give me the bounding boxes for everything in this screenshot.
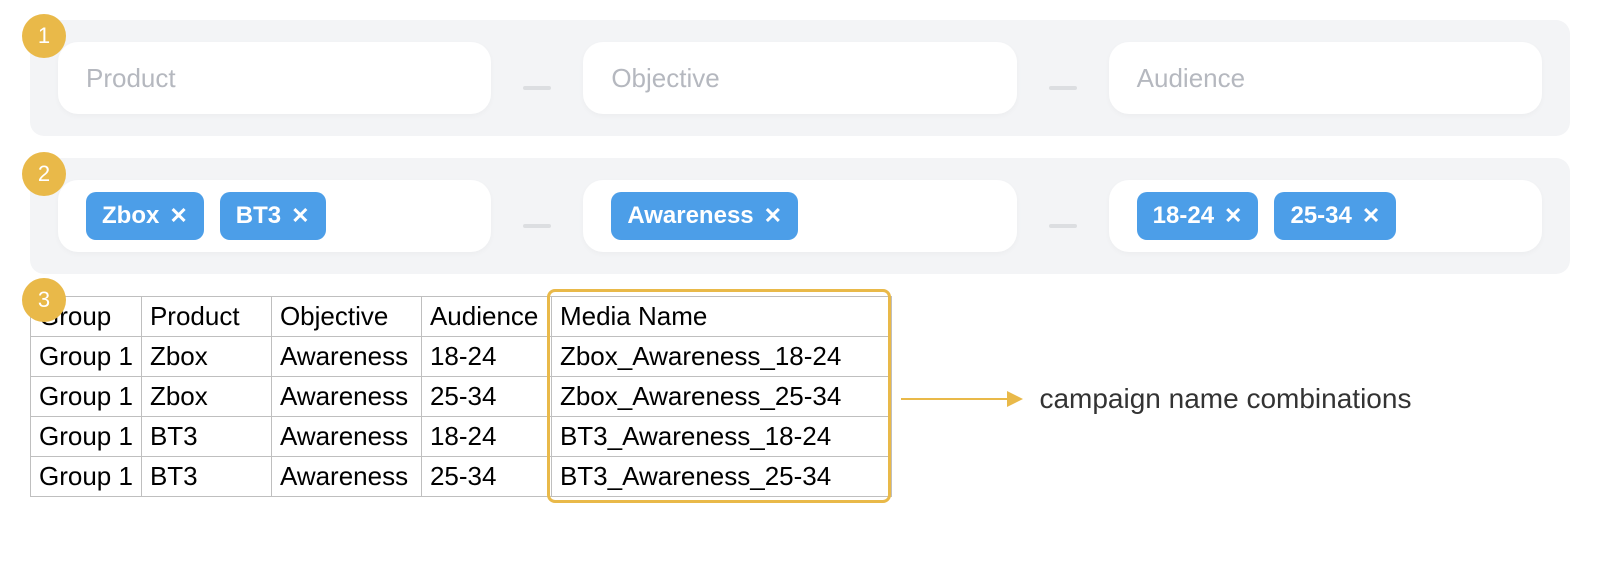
close-icon[interactable]: ✕	[1362, 203, 1380, 229]
cell-objective: Awareness	[271, 337, 421, 377]
table-row: Group 1 BT3 Awareness 18-24 BT3_Awarenes…	[31, 417, 892, 457]
step-2-panel: 2 Zbox ✕ BT3 ✕ Awareness ✕ 18-24 ✕ 25-34…	[30, 158, 1570, 274]
cell-audience: 18-24	[421, 337, 551, 377]
separator-icon	[523, 86, 551, 90]
audience-input-filled[interactable]: 18-24 ✕ 25-34 ✕	[1109, 180, 1542, 252]
audience-chip[interactable]: 18-24 ✕	[1137, 192, 1259, 240]
table-row: Group 1 Zbox Awareness 25-34 Zbox_Awaren…	[31, 377, 892, 417]
combinations-table: Group Product Objective Audience Media N…	[30, 296, 892, 497]
table-row: Group 1 BT3 Awareness 25-34 BT3_Awarenes…	[31, 457, 892, 497]
chip-label: Awareness	[627, 202, 753, 230]
cell-media: BT3_Awareness_18-24	[551, 417, 891, 457]
cell-product: BT3	[141, 457, 271, 497]
close-icon[interactable]: ✕	[1224, 203, 1242, 229]
objective-input-filled[interactable]: Awareness ✕	[583, 180, 1016, 252]
step-2-badge: 2	[22, 152, 66, 196]
objective-input[interactable]: Objective	[583, 42, 1016, 114]
col-audience-header: Audience	[421, 297, 551, 337]
cell-objective: Awareness	[271, 377, 421, 417]
col-product-header: Product	[141, 297, 271, 337]
table-row: Group 1 Zbox Awareness 18-24 Zbox_Awaren…	[31, 337, 892, 377]
cell-group: Group 1	[31, 417, 142, 457]
audience-input[interactable]: Audience	[1109, 42, 1542, 114]
cell-audience: 25-34	[421, 457, 551, 497]
cell-media: Zbox_Awareness_18-24	[551, 337, 891, 377]
arrow-icon	[901, 398, 1021, 400]
chip-label: 18-24	[1153, 202, 1214, 230]
annotation-arrow: campaign name combinations	[897, 383, 1411, 415]
cell-product: BT3	[141, 417, 271, 457]
product-input[interactable]: Product	[58, 42, 491, 114]
cell-objective: Awareness	[271, 417, 421, 457]
cell-media: Zbox_Awareness_25-34	[551, 377, 891, 417]
cell-audience: 25-34	[421, 377, 551, 417]
cell-product: Zbox	[141, 377, 271, 417]
cell-media: BT3_Awareness_25-34	[551, 457, 891, 497]
col-media-header: Media Name	[551, 297, 891, 337]
separator-icon	[523, 224, 551, 228]
audience-chip[interactable]: 25-34 ✕	[1274, 192, 1396, 240]
col-objective-header: Objective	[271, 297, 421, 337]
separator-icon	[1049, 224, 1077, 228]
product-chip[interactable]: BT3 ✕	[220, 192, 326, 240]
cell-group: Group 1	[31, 457, 142, 497]
step-1-badge: 1	[22, 14, 66, 58]
close-icon[interactable]: ✕	[291, 203, 309, 229]
chip-label: BT3	[236, 202, 281, 230]
close-icon[interactable]: ✕	[169, 203, 187, 229]
product-input-filled[interactable]: Zbox ✕ BT3 ✕	[58, 180, 491, 252]
step-3-panel: 3 Group Product Objective Audience Media…	[30, 296, 1570, 497]
chip-label: Zbox	[102, 202, 159, 230]
cell-product: Zbox	[141, 337, 271, 377]
objective-chip[interactable]: Awareness ✕	[611, 192, 798, 240]
cell-objective: Awareness	[271, 457, 421, 497]
cell-group: Group 1	[31, 337, 142, 377]
cell-audience: 18-24	[421, 417, 551, 457]
separator-icon	[1049, 86, 1077, 90]
cell-group: Group 1	[31, 377, 142, 417]
product-chip[interactable]: Zbox ✕	[86, 192, 204, 240]
step-1-panel: 1 Product Objective Audience	[30, 20, 1570, 136]
table-header-row: Group Product Objective Audience Media N…	[31, 297, 892, 337]
step-3-badge: 3	[22, 278, 66, 322]
annotation-label: campaign name combinations	[1039, 383, 1411, 415]
chip-label: 25-34	[1290, 202, 1351, 230]
close-icon[interactable]: ✕	[764, 203, 782, 229]
